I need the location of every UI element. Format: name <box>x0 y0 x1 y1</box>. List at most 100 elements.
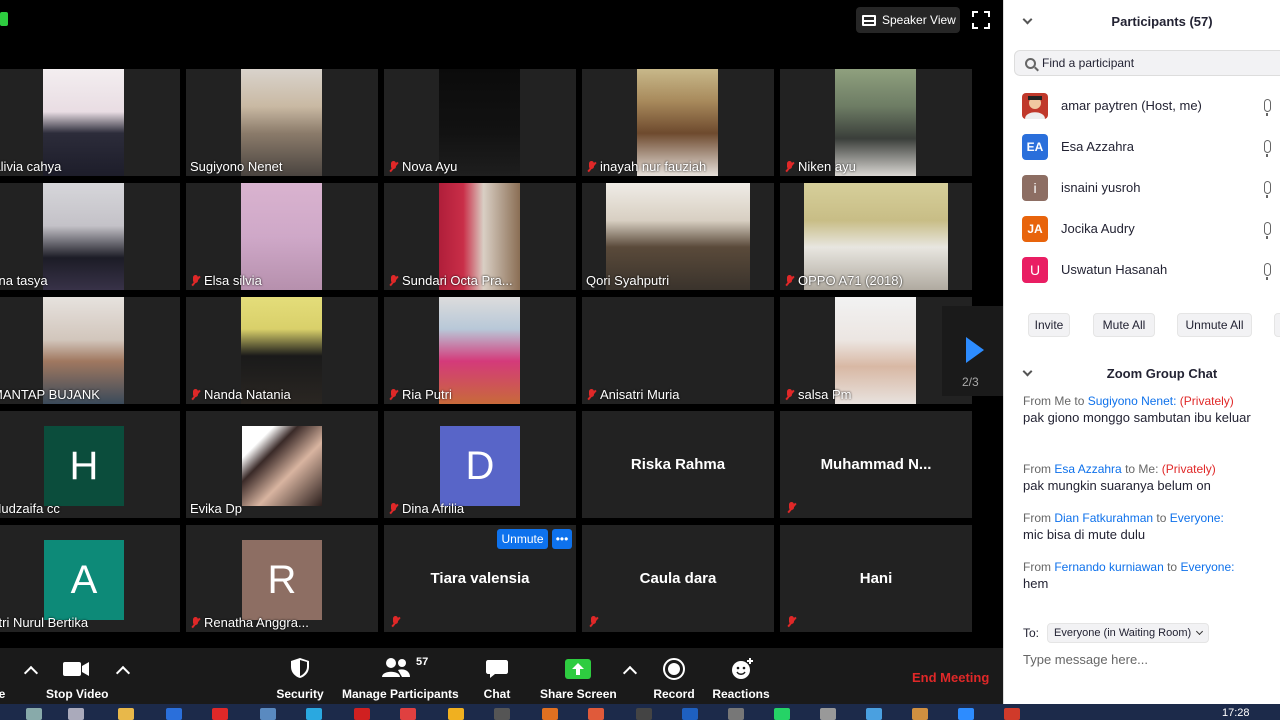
manage-participants-button[interactable]: 57 Manage Participants <box>342 648 459 704</box>
more-options-button[interactable]: ••• <box>552 529 572 549</box>
video-tile[interactable]: A stri Nurul Bertika <box>0 525 180 632</box>
sender-link[interactable]: Esa Azzahra <box>1054 462 1121 476</box>
next-page-panel[interactable]: 2/3 <box>942 306 1003 396</box>
whatsapp-icon[interactable] <box>774 708 790 720</box>
app-icon[interactable] <box>682 708 698 720</box>
audio-button[interactable]: e <box>0 648 8 704</box>
video-tile[interactable]: Sugiyono Nenet <box>186 69 378 176</box>
video-tile[interactable]: Ria Putri <box>384 297 576 404</box>
app-icon[interactable] <box>636 708 652 720</box>
app-icon[interactable] <box>354 708 370 720</box>
security-button[interactable]: Security <box>272 648 328 704</box>
video-tile[interactable]: Muhammad N... <box>780 411 972 518</box>
search-icon[interactable] <box>26 708 42 720</box>
participant-row[interactable]: EA Esa Azzahra <box>1004 126 1280 167</box>
sender-link[interactable]: Fernando kurniawan <box>1054 560 1163 574</box>
video-tile[interactable]: Nanda Natania <box>186 297 378 404</box>
os-taskbar: 17:28 <box>0 704 1280 720</box>
taskbar-clock[interactable]: 17:28 <box>1222 707 1250 719</box>
video-tile[interactable]: Riska Rahma <box>582 411 774 518</box>
app-icon[interactable] <box>912 708 928 720</box>
mic-icon[interactable] <box>1264 99 1271 116</box>
participant-search[interactable] <box>1014 50 1280 76</box>
unmute-button[interactable]: Unmute <box>497 529 548 549</box>
chat-panel-title: Zoom Group Chat <box>1106 366 1218 381</box>
video-tile[interactable]: OPPO A71 (2018) <box>780 183 972 290</box>
video-tile[interactable]: H Hudzaifa cc <box>0 411 180 518</box>
mic-icon[interactable] <box>1264 181 1271 198</box>
video-tile[interactable]: Qori Syahputri <box>582 183 774 290</box>
file-explorer-icon[interactable] <box>118 708 134 720</box>
app-icon[interactable] <box>866 708 882 720</box>
zoom-icon[interactable] <box>958 708 974 720</box>
sender-link[interactable]: Dian Fatkurahman <box>1054 511 1153 525</box>
video-tile[interactable]: Niken ayu <box>780 69 972 176</box>
app-icon[interactable] <box>820 708 836 720</box>
mic-muted-icon <box>586 388 596 401</box>
app-icon[interactable] <box>542 708 558 720</box>
video-tile[interactable]: Caula dara <box>582 525 774 632</box>
chat-button[interactable]: Chat <box>474 648 520 704</box>
app-icon[interactable] <box>260 708 276 720</box>
video-tile[interactable]: Sundari Octa Pra... <box>384 183 576 290</box>
participant-row[interactable]: i isnaini yusroh <box>1004 167 1280 208</box>
mute-all-button[interactable]: Mute All <box>1093 313 1155 337</box>
participant-actions: Invite Mute All Unmute All <box>1004 313 1280 337</box>
video-tile[interactable]: Anisatri Muria <box>582 297 774 404</box>
app-icon[interactable] <box>1004 708 1020 720</box>
participant-name: Nanda Natania <box>190 387 291 402</box>
video-tile[interactable]: inayah nur fauziah <box>582 69 774 176</box>
record-button[interactable]: Record <box>650 648 698 704</box>
participant-search-input[interactable] <box>1042 56 1262 70</box>
mic-icon[interactable] <box>1264 263 1271 280</box>
app-icon[interactable] <box>494 708 510 720</box>
invite-button[interactable]: Invite <box>1028 313 1070 337</box>
page-indicator: 2/3 <box>962 375 979 389</box>
chrome-icon[interactable] <box>448 708 464 720</box>
speaker-view-button[interactable]: Speaker View <box>856 7 960 33</box>
app-icon[interactable] <box>728 708 744 720</box>
app-icon[interactable] <box>400 708 416 720</box>
participant-row[interactable]: JA Jocika Audry <box>1004 208 1280 249</box>
encryption-shield-icon[interactable] <box>0 12 8 26</box>
app-icon[interactable] <box>588 708 604 720</box>
participant-row[interactable]: amar paytren (Host, me) <box>1004 85 1280 126</box>
app-icon[interactable] <box>306 708 322 720</box>
mic-muted-icon <box>786 502 796 514</box>
stop-video-button[interactable]: Stop Video <box>46 648 108 704</box>
app-icon[interactable] <box>166 708 182 720</box>
video-tile[interactable]: MANTAP BUJANK <box>0 297 180 404</box>
video-tile[interactable]: Hani <box>780 525 972 632</box>
participant-name: Riska Rahma <box>630 456 726 473</box>
participant-row[interactable]: U Uswatun Hasanah <box>1004 249 1280 290</box>
search-icon <box>1025 57 1036 69</box>
video-tile[interactable]: Alivia cahya <box>0 69 180 176</box>
recipient-link[interactable]: Sugiyono Nenet: <box>1088 394 1177 408</box>
audio-options-caret-icon[interactable] <box>23 665 39 681</box>
participant-name: Niken ayu <box>784 159 856 174</box>
reactions-button[interactable]: Reactions <box>712 648 770 704</box>
video-tile[interactable]: fina tasya <box>0 183 180 290</box>
mic-muted-icon <box>190 274 200 287</box>
video-gallery: Speaker View Alivia cahya Sugiyono Nenet… <box>0 0 1003 648</box>
mic-icon[interactable] <box>1264 140 1271 157</box>
video-tile[interactable]: R Renatha Anggra... <box>186 525 378 632</box>
avatar: EA <box>1022 133 1048 160</box>
app-icon[interactable] <box>212 708 228 720</box>
task-view-icon[interactable] <box>68 708 84 720</box>
share-screen-button[interactable]: Share Screen <box>540 648 617 704</box>
video-options-caret-icon[interactable] <box>115 665 131 681</box>
share-options-caret-icon[interactable] <box>622 665 638 681</box>
fullscreen-icon[interactable] <box>972 11 990 29</box>
recipient-select[interactable]: Everyone (in Waiting Room) <box>1047 623 1210 643</box>
video-tile[interactable]: D Dina Afrilia <box>384 411 576 518</box>
unmute-all-button[interactable]: Unmute All <box>1177 313 1252 337</box>
more-options-button[interactable] <box>1274 313 1280 337</box>
end-meeting-button[interactable]: End Meeting <box>912 670 989 685</box>
video-tile[interactable]: Evika Dp <box>186 411 378 518</box>
next-page-arrow-icon[interactable] <box>966 337 984 363</box>
chat-message-input[interactable] <box>1023 652 1263 667</box>
video-tile[interactable]: Elsa silvia <box>186 183 378 290</box>
video-tile[interactable]: Nova Ayu <box>384 69 576 176</box>
mic-icon[interactable] <box>1264 222 1271 239</box>
